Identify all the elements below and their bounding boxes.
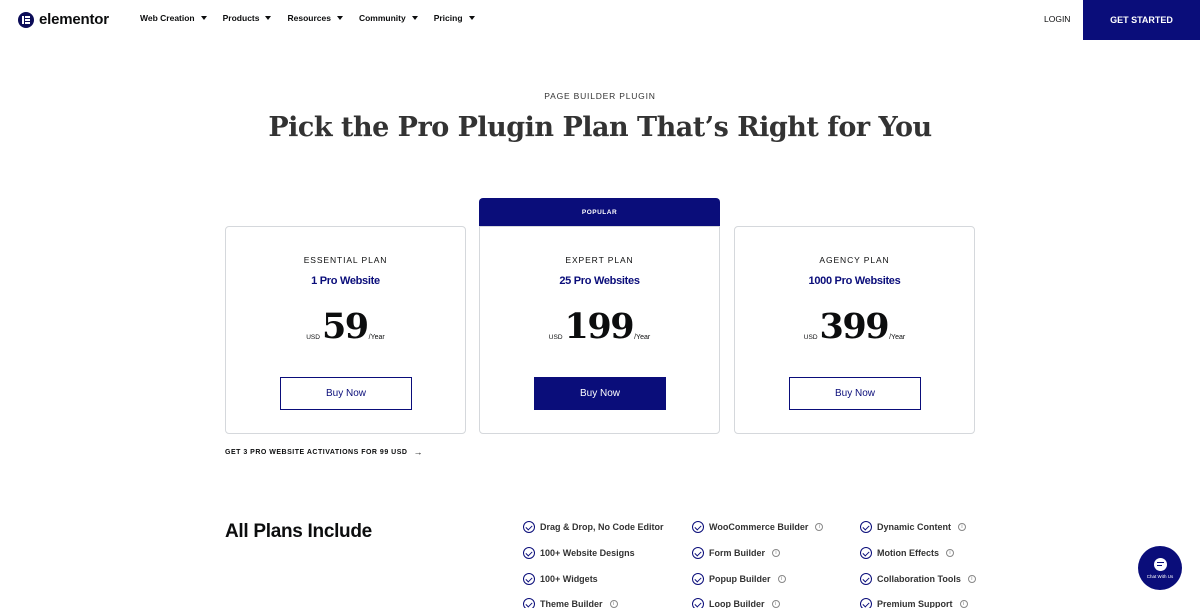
page-eyebrow: PAGE BUILDER PLUGIN (544, 91, 656, 101)
nav-pricing[interactable]: Pricing (434, 13, 475, 23)
all-plans-title: All Plans Include (225, 521, 372, 542)
chevron-down-icon (411, 16, 418, 20)
info-icon[interactable]: i (958, 523, 967, 531)
price-currency: USD (803, 334, 818, 341)
feature-item: Form Builder i (692, 547, 781, 559)
info-icon[interactable]: i (967, 575, 976, 583)
feature-item: 100+ Website Designs (523, 547, 635, 559)
info-icon[interactable]: i (815, 523, 824, 531)
check-circle-icon (523, 598, 535, 608)
elementor-logo[interactable]: elementor (18, 11, 109, 28)
price-amount: 399 (819, 306, 890, 347)
info-icon[interactable]: i (777, 575, 786, 583)
site-header: elementor Web Creation Products Resource… (0, 0, 1200, 40)
buy-now-button-expert[interactable]: Buy Now (534, 377, 666, 410)
check-circle-icon (860, 521, 872, 533)
info-icon[interactable]: i (946, 549, 954, 557)
plan-sites: 1000 Pro Websites (808, 275, 901, 287)
chevron-down-icon (200, 16, 207, 20)
login-link[interactable]: LOGIN (1044, 14, 1070, 24)
feature-item: Premium Support i (860, 598, 968, 608)
check-circle-icon (860, 573, 872, 585)
plan-sites: 1 Pro Website (311, 275, 380, 287)
feature-item: Dynamic Content i (860, 521, 967, 533)
arrow-right-icon: → (413, 447, 423, 457)
nav-products[interactable]: Products (223, 13, 272, 23)
chevron-down-icon (468, 16, 475, 20)
feature-item: Motion Effects i (860, 547, 954, 559)
nav-community[interactable]: Community (359, 13, 418, 23)
activations-link[interactable]: GET 3 PRO WEBSITE ACTIVATIONS FOR 99 USD… (225, 447, 423, 457)
plan-price: USD 399 /Year (735, 309, 974, 345)
info-icon[interactable]: i (609, 600, 618, 608)
plan-name: ESSENTIAL PLAN (303, 255, 388, 265)
buy-now-button-essential[interactable]: Buy Now (280, 377, 412, 410)
chat-with-us-button[interactable]: Chat With Us (1138, 546, 1182, 590)
nav-web-creation[interactable]: Web Creation (140, 13, 207, 23)
price-currency: USD (306, 334, 320, 341)
chat-bubble-icon (1153, 557, 1167, 571)
check-circle-icon (692, 598, 704, 608)
check-circle-icon (692, 573, 704, 585)
feature-item: Popup Builder i (692, 573, 786, 585)
plan-card-agency: AGENCY PLAN 1000 Pro Websites USD 399 /Y… (734, 226, 975, 434)
plan-price: USD 59 /Year (226, 309, 465, 345)
price-period: /Year (634, 334, 651, 341)
price-amount: 199 (564, 306, 635, 347)
feature-item: Loop Builder i (692, 598, 780, 608)
plan-card-expert: EXPERT PLAN 25 Pro Websites USD 199 /Yea… (479, 226, 720, 434)
price-currency: USD (548, 334, 563, 341)
activations-label: GET 3 PRO WEBSITE ACTIVATIONS FOR 99 USD (225, 448, 408, 456)
info-icon[interactable]: i (959, 600, 968, 608)
feature-item: Theme Builder i (523, 598, 618, 608)
check-circle-icon (860, 598, 872, 608)
nav-resources[interactable]: Resources (287, 13, 343, 23)
info-icon[interactable]: i (772, 549, 781, 557)
check-circle-icon (523, 547, 535, 559)
plan-name: EXPERT PLAN (565, 255, 634, 265)
logo-text: elementor (39, 11, 109, 28)
check-circle-icon (523, 573, 535, 585)
check-circle-icon (523, 521, 535, 533)
check-circle-icon (692, 547, 704, 559)
chevron-down-icon (265, 16, 272, 20)
get-started-button[interactable]: GET STARTED (1083, 0, 1200, 40)
page-title: Pick the Pro Plugin Plan That’s Right fo… (268, 112, 932, 143)
chat-label: Chat With Us (1146, 573, 1174, 579)
plan-sites: 25 Pro Websites (559, 275, 640, 287)
check-circle-icon (860, 547, 872, 559)
feature-item: Collaboration Tools i (860, 573, 976, 585)
chevron-down-icon (336, 16, 343, 20)
popular-badge: POPULAR (479, 198, 720, 226)
info-icon[interactable]: i (771, 600, 780, 608)
buy-now-button-agency[interactable]: Buy Now (789, 377, 921, 410)
elementor-logo-icon (18, 11, 34, 28)
price-amount: 59 (321, 306, 369, 347)
main-nav: Web Creation Products Resources Communit… (140, 13, 475, 23)
plan-price: USD 199 /Year (480, 309, 719, 345)
price-period: /Year (368, 334, 385, 341)
check-circle-icon (692, 521, 704, 533)
plan-name: AGENCY PLAN (819, 255, 890, 265)
feature-item: 100+ Widgets (523, 573, 598, 585)
feature-item: WooCommerce Builder i (692, 521, 824, 533)
feature-item: Drag & Drop, No Code Editor (523, 521, 664, 533)
price-period: /Year (889, 334, 906, 341)
plan-card-essential: ESSENTIAL PLAN 1 Pro Website USD 59 /Yea… (225, 226, 466, 434)
